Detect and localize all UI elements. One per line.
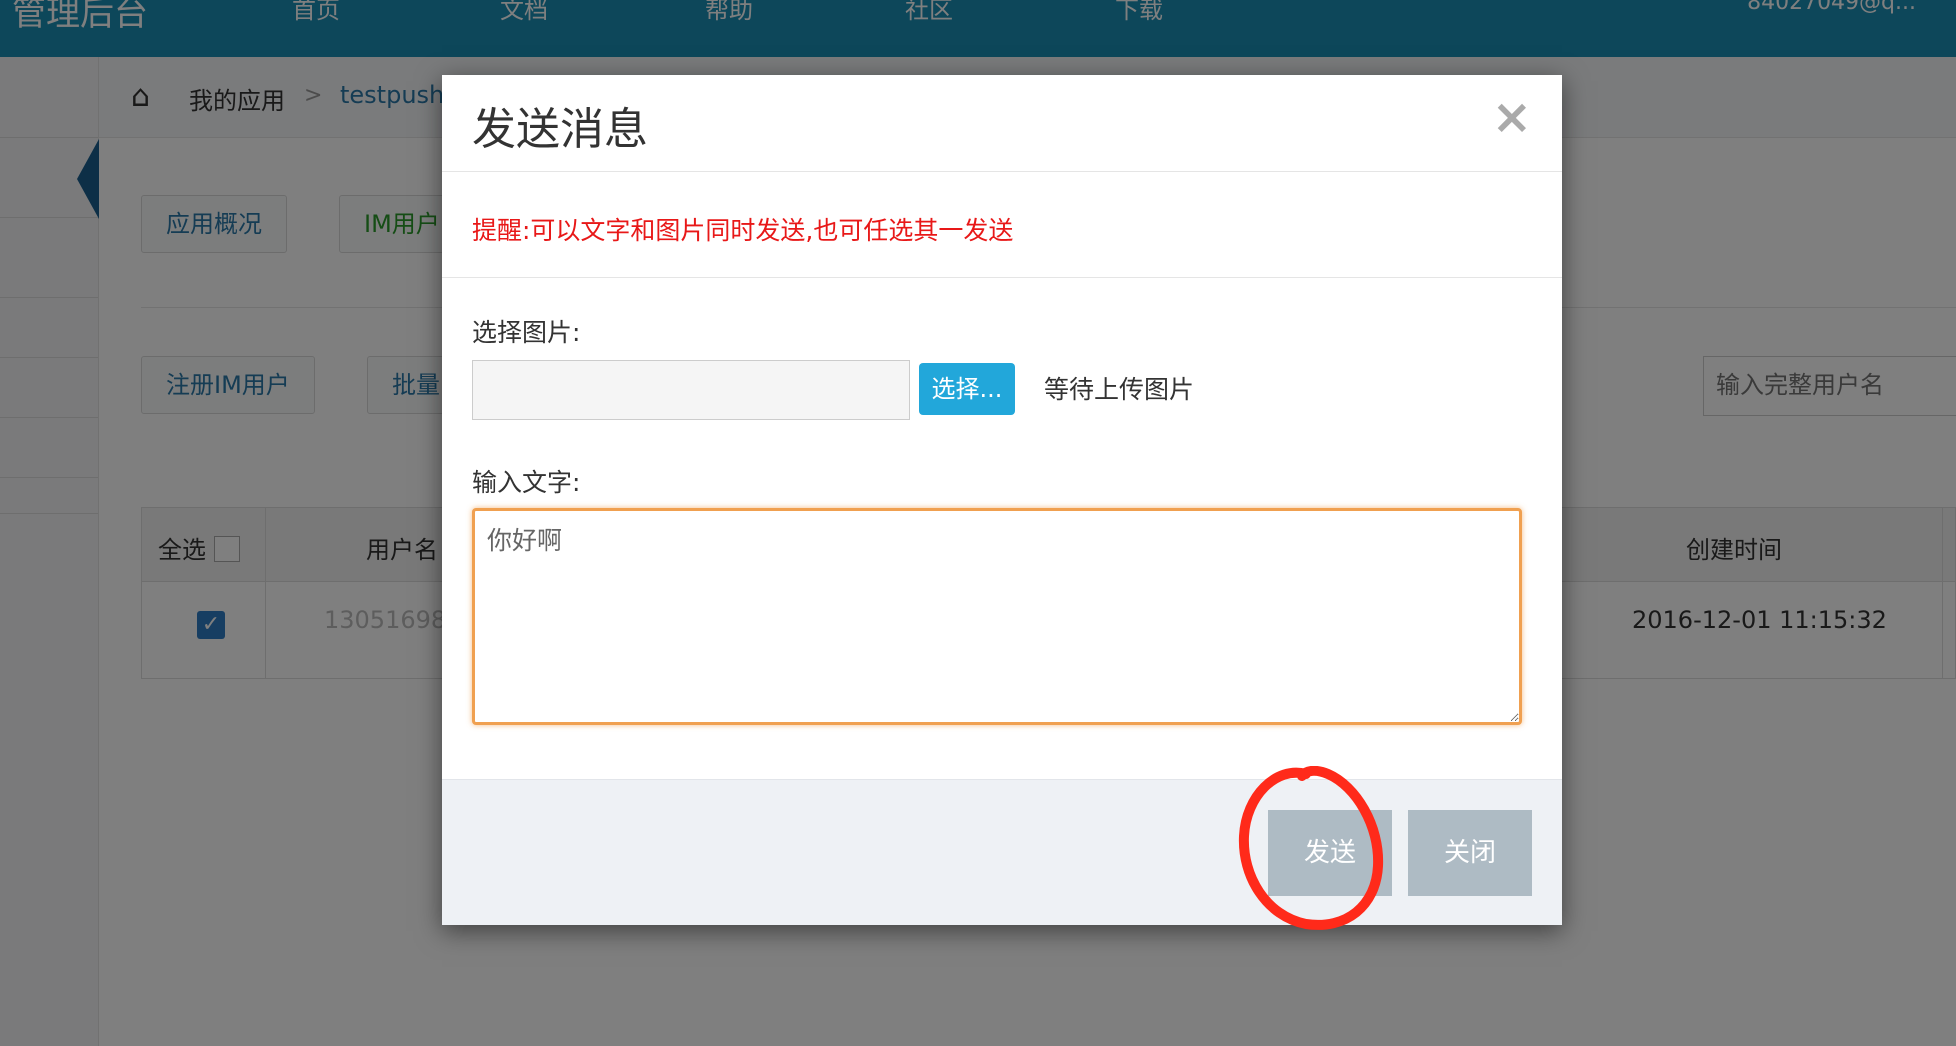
close-icon[interactable]: ×: [1492, 93, 1532, 141]
message-textarea[interactable]: 你好啊: [472, 508, 1522, 725]
divider: [442, 277, 1562, 278]
image-file-field[interactable]: [472, 360, 910, 420]
annotation-circle: [1238, 766, 1384, 930]
send-message-modal: 发送消息 × 提醒:可以文字和图片同时发送,也可任选其一发送 选择图片: 选择.…: [442, 75, 1562, 925]
modal-footer: 发送 关闭: [442, 779, 1562, 925]
upload-status: 等待上传图片: [1044, 375, 1195, 404]
modal-header: 发送消息 ×: [442, 75, 1562, 172]
image-label: 选择图片:: [472, 318, 581, 347]
choose-image-button[interactable]: 选择...: [919, 363, 1015, 415]
hint-text: 提醒:可以文字和图片同时发送,也可任选其一发送: [472, 216, 1014, 245]
text-label: 输入文字:: [472, 468, 581, 497]
close-button[interactable]: 关闭: [1408, 810, 1532, 896]
modal-title: 发送消息: [472, 104, 648, 155]
